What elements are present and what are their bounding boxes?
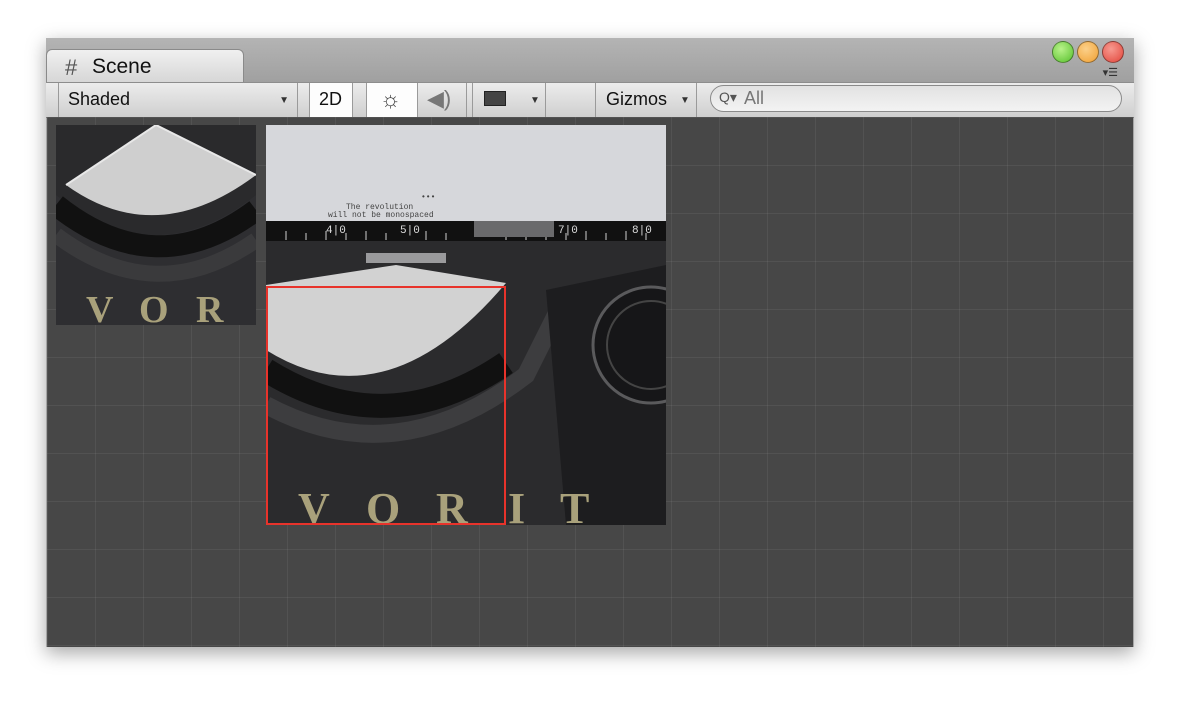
- key-letter: I: [508, 484, 525, 525]
- ruler-label: 8|0: [632, 225, 652, 237]
- search-icon: Q▾: [719, 89, 737, 105]
- paper-sheet: [266, 125, 666, 223]
- ruler-pointer: [474, 221, 554, 237]
- keyboard-letters-crop: V O R: [86, 289, 224, 325]
- sprite-preview-thumbnail[interactable]: V O R: [56, 125, 256, 325]
- image-icon: [484, 91, 506, 106]
- key-letter: V: [86, 289, 114, 325]
- maximize-button[interactable]: [1052, 41, 1074, 63]
- panel-menu-icon[interactable]: ▾☰: [1103, 66, 1118, 79]
- 2d-toggle-button[interactable]: 2D: [309, 83, 353, 117]
- chevron-down-icon: ▼: [530, 95, 540, 106]
- audio-toggle-button[interactable]: ◀): [416, 83, 467, 117]
- search-input[interactable]: Q▾ All: [710, 85, 1122, 112]
- tab-label: Scene: [92, 55, 152, 78]
- key-letter: O: [139, 289, 169, 325]
- sprite-selection-rect[interactable]: [266, 286, 506, 525]
- key-letter: R: [196, 289, 224, 325]
- shading-mode-dropdown[interactable]: Shaded ▼: [58, 83, 298, 117]
- ruler-label: 7|0: [558, 225, 578, 237]
- chevron-down-icon: ▼: [680, 95, 690, 106]
- scene-view[interactable]: V O R ••• The revolution will not be mon…: [47, 117, 1133, 647]
- minimize-button[interactable]: [1077, 41, 1099, 63]
- scene-toolbar: Shaded ▼ 2D ☼ ◀) ▼ Gizmos ▼ Q▾ All: [46, 82, 1134, 118]
- grid-icon: #: [65, 55, 78, 80]
- shading-mode-value: Shaded: [68, 89, 131, 109]
- ruler-label: 4|0: [326, 225, 346, 237]
- tab-bar: # Scene ▾☰: [46, 38, 1134, 83]
- effects-dropdown[interactable]: ▼: [472, 83, 546, 117]
- scene-window: # Scene ▾☰ Shaded ▼ 2D ☼ ◀) ▼ Gizmos ▼ Q…: [46, 38, 1134, 647]
- type-guide: [366, 253, 446, 263]
- close-button[interactable]: [1102, 41, 1124, 63]
- search-placeholder: All: [744, 88, 765, 108]
- chevron-down-icon: ▼: [279, 95, 289, 106]
- paper-text-line: will not be monospaced: [328, 211, 434, 220]
- typewriter-crop-image: V O R: [56, 125, 256, 325]
- sun-icon: ☼: [380, 86, 402, 112]
- ruler-label: 5|0: [400, 225, 420, 237]
- lighting-toggle-button[interactable]: ☼: [366, 83, 418, 117]
- paper-dots: •••: [421, 193, 435, 202]
- key-letter: T: [560, 484, 589, 525]
- gizmos-label: Gizmos: [606, 89, 668, 109]
- gizmos-dropdown[interactable]: Gizmos ▼: [595, 83, 697, 117]
- 2d-toggle-label: 2D: [319, 89, 343, 109]
- tab-scene[interactable]: # Scene: [46, 49, 244, 83]
- speaker-icon: ◀): [427, 86, 452, 111]
